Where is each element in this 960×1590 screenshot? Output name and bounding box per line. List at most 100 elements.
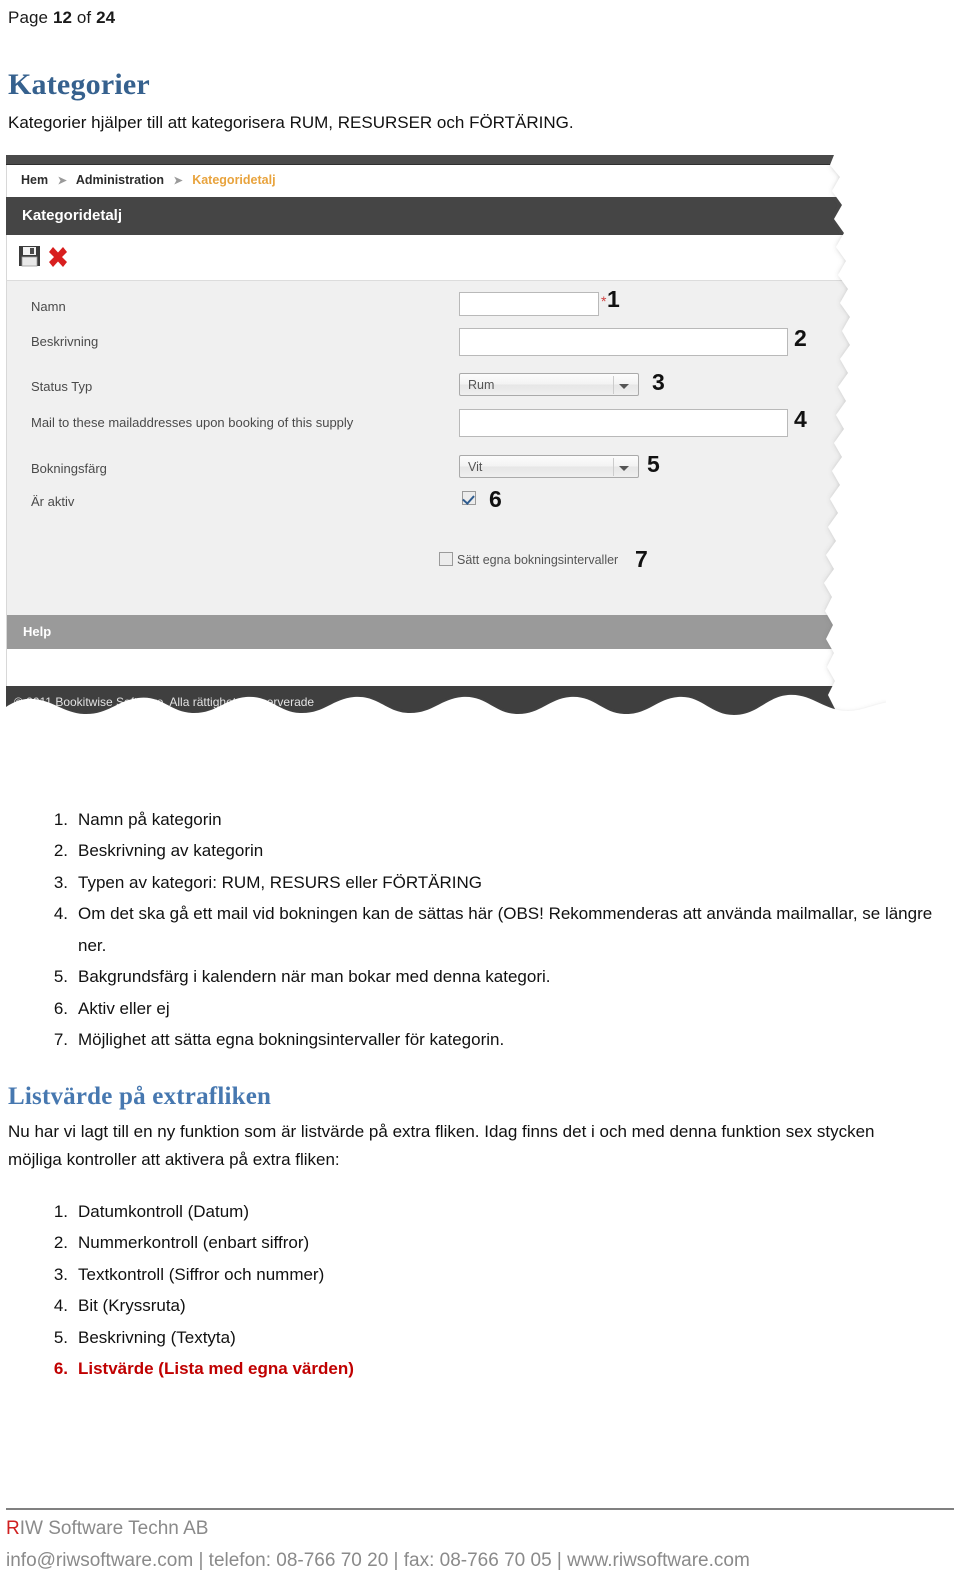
input-beskrivning[interactable] xyxy=(459,328,788,356)
callout-7: 7 xyxy=(635,546,648,572)
list-item-number: 6. xyxy=(53,998,68,1018)
list-item: 5. Beskrivning (Textyta) xyxy=(0,1322,940,1353)
app-bottom-strip xyxy=(6,730,878,744)
list-item: 6. Listvärde (Lista med egna värden) xyxy=(0,1353,940,1384)
chevron-down-icon xyxy=(619,466,629,471)
delete-red-x-icon[interactable] xyxy=(43,242,73,272)
list-item-text: Nummerkontroll (enbart siffror) xyxy=(78,1233,310,1253)
list-item: 1. Datumkontroll (Datum) xyxy=(0,1196,940,1227)
callout-5: 5 xyxy=(647,451,660,477)
category-detail-form: Namn * 1 Beskrivning 2 Status Typ Rum 3 … xyxy=(6,280,880,616)
list-item-number: 2. xyxy=(53,841,68,861)
app-screenshot-figure: Hem ➤ Administration ➤ Kategoridetalj Ka… xyxy=(6,155,886,755)
list-item-text: Listvärde (Lista med egna värden) xyxy=(78,1359,354,1379)
input-namn[interactable] xyxy=(459,292,599,316)
label-bokningsfarg: Bokningsfärg xyxy=(31,461,107,476)
list-item: 3. Textkontroll (Siffror och nummer) xyxy=(0,1259,940,1290)
panel-title-bar: Kategoridetalj xyxy=(6,197,878,235)
list-item: 5. Bakgrundsfärg i kalendern när man boka… xyxy=(0,961,940,992)
select-bokningsfarg[interactable]: Vit xyxy=(459,455,639,478)
page-indicator: Page 12 of 24 xyxy=(8,8,115,28)
app-copyright-bar: © 2011 Bookitwise Software, Alla rättigh… xyxy=(6,686,878,730)
panel-toolbar xyxy=(6,235,880,280)
list-item-number: 4. xyxy=(53,904,68,924)
chevron-down-icon xyxy=(619,384,629,389)
breadcrumb: Hem ➤ Administration ➤ Kategoridetalj xyxy=(21,173,276,187)
save-floppy-icon[interactable] xyxy=(17,243,43,269)
app-top-strip xyxy=(6,155,878,165)
list-item-number: 3. xyxy=(53,872,68,892)
callout-2: 2 xyxy=(794,325,807,351)
help-bar[interactable]: Help xyxy=(6,615,880,649)
footer-company-name: IW Software Techn AB xyxy=(19,1518,209,1539)
select-divider xyxy=(613,376,614,394)
list-item-text: Namn på kategorin xyxy=(78,810,222,829)
page-of: of xyxy=(72,8,97,27)
list-item-text: Aktiv eller ej xyxy=(78,998,170,1018)
breadcrumb-separator-icon: ➤ xyxy=(57,175,67,187)
footer-company-initial: R xyxy=(6,1518,20,1539)
panel-title: Kategoridetalj xyxy=(22,207,123,224)
list-item-text: Om det ska gå ett mail vid bokningen kan… xyxy=(78,904,933,955)
callout-1: 1 xyxy=(607,286,620,312)
select-status-typ-value: Rum xyxy=(468,378,495,392)
page-indicator-prefix: Page xyxy=(8,8,53,27)
list-one: 1. Namn på kategorin 2. Beskrivning av kate… xyxy=(0,804,940,1056)
page-total: 24 xyxy=(96,8,116,27)
list-item-number: 3. xyxy=(53,1264,68,1284)
label-ar-aktiv: Är aktiv xyxy=(31,494,75,509)
page-subtitle: Kategorier hjälper till att kategorisera… xyxy=(8,113,574,132)
breadcrumb-bar: Hem ➤ Administration ➤ Kategoridetalj xyxy=(6,165,880,197)
list-item: 7. Möjlighet att sätta egna bokningsinter… xyxy=(0,1024,940,1055)
list-item-text: Textkontroll (Siffror och nummer) xyxy=(78,1264,325,1284)
list-item-text: Bit (Kryssruta) xyxy=(78,1296,186,1316)
checkbox-ar-aktiv[interactable] xyxy=(462,491,476,505)
label-status-typ: Status Typ xyxy=(31,379,93,394)
list-item-number: 4. xyxy=(53,1296,68,1316)
list-two: 1. Datumkontroll (Datum) 2. Nummerkontroll … xyxy=(0,1196,940,1385)
label-mail-addresses: Mail to these mailaddresses upon booking… xyxy=(31,415,354,430)
list-item: 2. Nummerkontroll (enbart siffror) xyxy=(0,1227,940,1258)
input-mail-addresses[interactable] xyxy=(459,409,788,437)
list-item-number: 5. xyxy=(53,1327,68,1347)
breadcrumb-item-administration[interactable]: Administration xyxy=(76,173,164,187)
list-item-number: 2. xyxy=(53,1233,68,1253)
checkbox-egna-bokningsintervaller[interactable] xyxy=(439,552,453,566)
footer-divider xyxy=(6,1508,954,1510)
list-item-text: Typen av kategori: RUM, RESURS eller FÖR… xyxy=(78,872,483,892)
select-status-typ[interactable]: Rum xyxy=(459,373,639,396)
page-current: 12 xyxy=(52,8,73,27)
list-item-text: Beskrivning (Textyta) xyxy=(78,1327,236,1347)
list-item: 4. Om det ska gå ett mail vid bokningen k… xyxy=(0,898,940,961)
footer-contact: info@riwsoftware.com | telefon: 08-766 7… xyxy=(6,1550,750,1571)
page-title: Kategorier xyxy=(8,68,150,101)
label-namn: Namn xyxy=(31,299,66,314)
list-item-number: 6. xyxy=(53,1359,68,1379)
list-item-text: Datumkontroll (Datum) xyxy=(78,1202,249,1221)
select-divider xyxy=(613,458,614,476)
callout-6: 6 xyxy=(489,486,502,512)
breadcrumb-separator-icon: ➤ xyxy=(173,175,183,187)
breadcrumb-item-home[interactable]: Hem xyxy=(21,173,48,187)
breadcrumb-item-current: Kategoridetalj xyxy=(192,173,276,187)
list-item-number: 7. xyxy=(53,1030,68,1050)
list-item-text: Beskrivning av kategorin xyxy=(78,841,264,861)
list-item: 4. Bit (Kryssruta) xyxy=(0,1290,940,1321)
list-item-number: 1. xyxy=(53,1202,68,1221)
panel-bottom-gap xyxy=(6,649,880,686)
callout-4: 4 xyxy=(794,406,807,432)
section-two-paragraph: Nu har vi lagt till en ny funktion som ä… xyxy=(8,1122,875,1170)
list-item: 3. Typen av kategori: RUM, RESURS eller F… xyxy=(0,867,940,898)
app-copyright-text: © 2011 Bookitwise Software, Alla rättigh… xyxy=(14,695,315,709)
select-bokningsfarg-value: Vit xyxy=(468,460,483,474)
list-item: 2. Beskrivning av kategorin xyxy=(0,835,940,866)
list-item: 1. Namn på kategorin xyxy=(0,804,940,835)
help-label[interactable]: Help xyxy=(23,624,51,639)
list-item-text: Möjlighet att sätta egna bokningsinterva… xyxy=(78,1030,505,1050)
callout-3: 3 xyxy=(652,369,665,395)
list-item-number: 1. xyxy=(53,810,68,829)
list-item: 6. Aktiv eller ej xyxy=(0,993,940,1024)
label-beskrivning: Beskrivning xyxy=(31,334,99,349)
label-egna-bokningsintervaller: Sätt egna bokningsintervaller xyxy=(457,553,619,567)
list-item-number: 5. xyxy=(53,967,68,987)
